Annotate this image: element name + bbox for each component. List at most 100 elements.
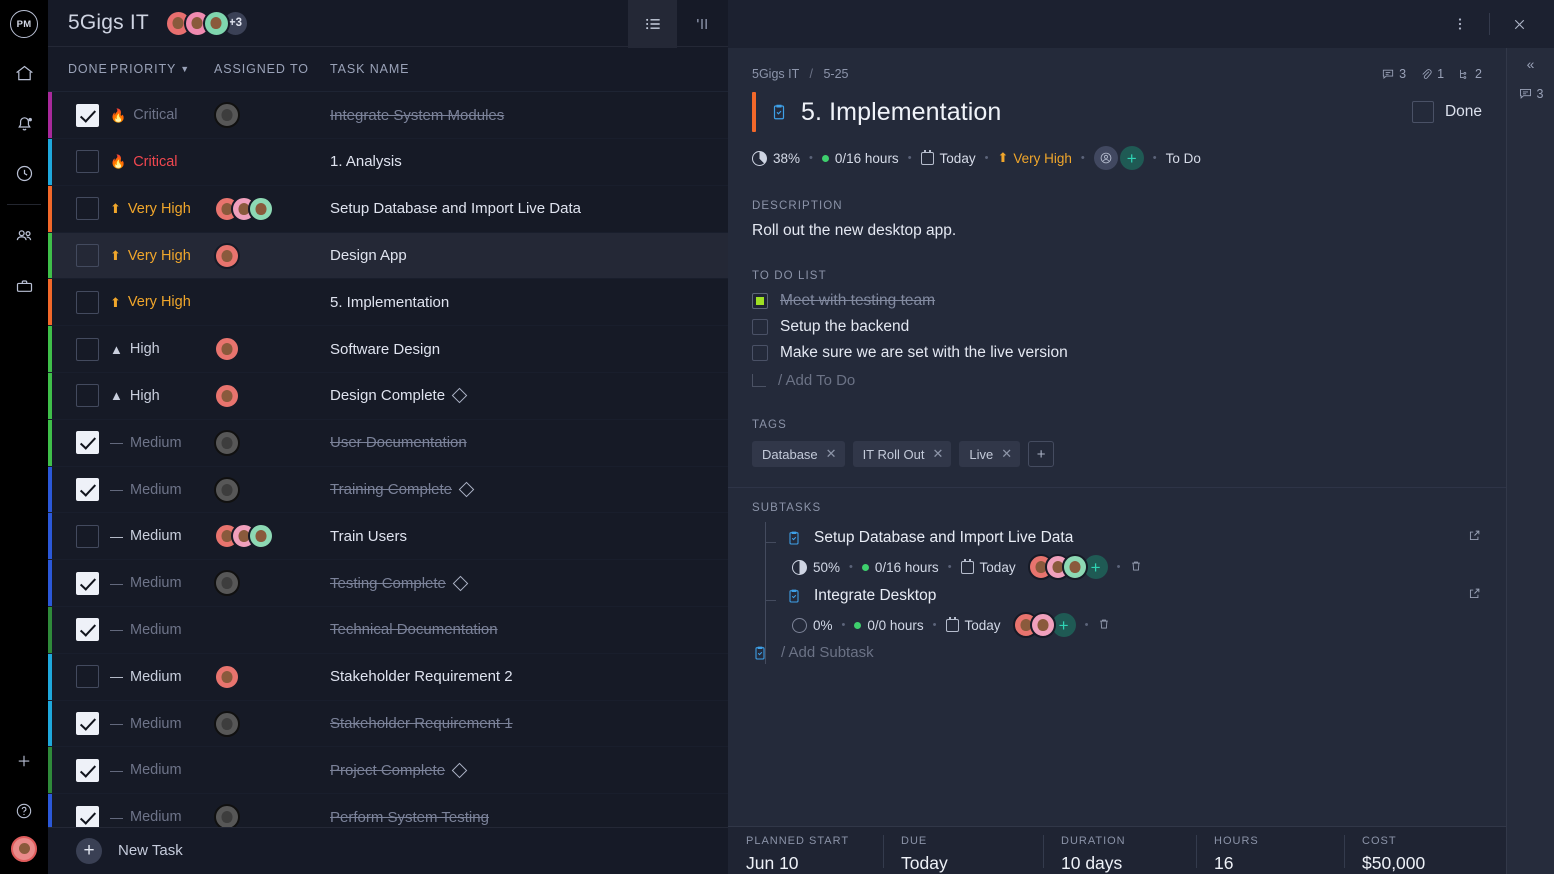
notifications-icon[interactable]	[0, 98, 48, 148]
collapse-panel-icon[interactable]: «	[1527, 56, 1535, 72]
row-assignees-cell[interactable]	[214, 429, 330, 456]
app-logo[interactable]: PM	[0, 0, 48, 48]
row-done-cell[interactable]	[48, 290, 110, 314]
task-rows-container[interactable]: 🔥 Critical Integrate System Modules 🔥 Critic…	[48, 92, 728, 827]
row-done-cell[interactable]	[48, 524, 110, 548]
subtask-progress[interactable]: 0%	[792, 617, 833, 633]
table-row[interactable]: — Medium Technical Documentation	[48, 607, 728, 654]
table-row[interactable]: 🔥 Critical Integrate System Modules	[48, 92, 728, 140]
table-row[interactable]: ▲ High Design Complete	[48, 373, 728, 420]
todo-checkbox[interactable]	[752, 319, 768, 335]
people-icon[interactable]	[0, 211, 48, 261]
stat-due[interactable]: DUE Today	[883, 827, 1043, 874]
row-done-checkbox[interactable]	[76, 571, 99, 595]
row-task-name[interactable]: 1. Analysis	[330, 153, 728, 170]
row-assignees-cell[interactable]	[214, 663, 330, 690]
subtask-item[interactable]: Setup Database and Import Live Data 50% • 0…	[728, 522, 1506, 580]
close-icon[interactable]	[1502, 7, 1536, 41]
row-done-checkbox[interactable]	[76, 337, 99, 361]
row-priority-cell[interactable]: — Medium	[110, 669, 214, 685]
row-done-checkbox[interactable]	[76, 290, 99, 314]
row-done-cell[interactable]	[48, 571, 110, 595]
breadcrumb-project[interactable]: 5Gigs IT	[752, 67, 799, 81]
subtask-date[interactable]: Today	[960, 558, 1016, 575]
todo-item[interactable]: Make sure we are set with the live versi…	[728, 340, 1506, 366]
table-row[interactable]: — Medium Project Complete	[48, 747, 728, 795]
row-done-cell[interactable]	[48, 150, 110, 174]
table-row[interactable]: ⬆ Very High Setup Database and Import Live…	[48, 185, 728, 233]
subtask-date[interactable]: Today	[945, 616, 1001, 633]
avatar[interactable]	[248, 523, 274, 550]
row-priority-cell[interactable]: ⬆ Very High	[110, 294, 214, 310]
add-subtask-row[interactable]: / Add Subtask	[728, 638, 1506, 667]
row-done-cell[interactable]	[48, 244, 110, 268]
row-assignees-cell[interactable]	[214, 102, 330, 129]
row-done-checkbox[interactable]	[76, 384, 99, 408]
delete-subtask-icon[interactable]	[1129, 559, 1143, 576]
stat-cost[interactable]: COST $50,000	[1344, 827, 1504, 874]
avatar[interactable]	[214, 570, 240, 597]
table-row[interactable]: — Medium Stakeholder Requirement 1	[48, 700, 728, 748]
avatar[interactable]	[214, 710, 240, 737]
row-assignees-cell[interactable]	[214, 804, 330, 827]
row-priority-cell[interactable]: — Medium	[110, 762, 214, 778]
subtask-assignees[interactable]: +	[1027, 554, 1108, 580]
row-done-checkbox[interactable]	[76, 103, 99, 127]
row-done-cell[interactable]	[48, 478, 110, 502]
row-done-cell[interactable]	[48, 665, 110, 689]
row-task-name[interactable]: Integrate System Modules	[330, 107, 728, 124]
tag-chip[interactable]: Database ✕	[752, 441, 845, 467]
delete-subtask-icon[interactable]	[1097, 617, 1111, 634]
avatar[interactable]	[214, 429, 240, 456]
row-done-checkbox[interactable]	[76, 665, 99, 689]
row-priority-cell[interactable]: ⬆ Very High	[110, 248, 214, 264]
subtask-hours[interactable]: 0/0 hours	[854, 618, 924, 633]
row-done-cell[interactable]	[48, 431, 110, 455]
table-row[interactable]: — Medium Stakeholder Requirement 2	[48, 653, 728, 701]
subtasks-counter[interactable]: 2	[1457, 67, 1482, 81]
priority-meta[interactable]: ⬆ Very High	[997, 150, 1071, 166]
add-icon[interactable]	[0, 736, 48, 786]
row-done-checkbox[interactable]	[76, 524, 99, 548]
time-icon[interactable]	[0, 148, 48, 198]
comments-rail-button[interactable]: 3	[1518, 86, 1543, 101]
done-checkbox[interactable]	[1411, 101, 1434, 123]
subtask-name[interactable]: Setup Database and Import Live Data	[814, 529, 1073, 547]
avatar[interactable]	[248, 195, 274, 222]
table-row[interactable]: — Medium Perform System Testing	[48, 794, 728, 827]
row-task-name[interactable]: Design Complete	[330, 387, 728, 404]
row-done-checkbox[interactable]	[76, 197, 99, 221]
row-done-cell[interactable]	[48, 618, 110, 642]
done-toggle[interactable]: Done	[1411, 101, 1482, 123]
column-header-task-name[interactable]: TASK NAME	[330, 62, 728, 76]
row-assignees-cell[interactable]	[214, 710, 330, 737]
row-done-checkbox[interactable]	[76, 618, 99, 642]
subtask-title-row[interactable]: Integrate Desktop	[752, 580, 1482, 606]
avatar[interactable]	[214, 336, 240, 363]
avatar[interactable]	[214, 804, 240, 827]
table-row[interactable]: ⬆ Very High 5. Implementation	[48, 279, 728, 327]
row-priority-cell[interactable]: — Medium	[110, 809, 214, 825]
comments-counter[interactable]: 3	[1381, 67, 1406, 81]
row-done-checkbox[interactable]	[76, 478, 99, 502]
new-task-bar[interactable]: + New Task	[48, 826, 728, 874]
row-done-checkbox[interactable]	[76, 431, 99, 455]
table-row[interactable]: — Medium Train Users	[48, 513, 728, 561]
tab-list-view[interactable]	[628, 0, 677, 48]
row-priority-cell[interactable]: ▲ High	[110, 388, 214, 404]
subtask-title-row[interactable]: Setup Database and Import Live Data	[752, 522, 1482, 548]
subtask-hours[interactable]: 0/16 hours	[861, 560, 939, 575]
status-meta[interactable]: To Do	[1166, 151, 1201, 166]
todo-label[interactable]: Make sure we are set with the live versi…	[780, 344, 1068, 362]
row-priority-cell[interactable]: ▲ High	[110, 341, 214, 357]
row-done-cell[interactable]	[48, 758, 110, 782]
subtask-item[interactable]: Integrate Desktop 0% • 0/0 hours • Today + •	[728, 580, 1506, 638]
row-task-name[interactable]: Perform System Testing	[330, 809, 728, 826]
row-done-cell[interactable]	[48, 712, 110, 736]
stat-planned-start[interactable]: PLANNED START Jun 10	[728, 827, 883, 874]
assignee-meta[interactable]: +	[1093, 146, 1144, 170]
home-icon[interactable]	[0, 48, 48, 98]
todo-label[interactable]: Setup the backend	[780, 318, 909, 336]
avatar[interactable]	[1029, 612, 1056, 638]
row-priority-cell[interactable]: — Medium	[110, 622, 214, 638]
